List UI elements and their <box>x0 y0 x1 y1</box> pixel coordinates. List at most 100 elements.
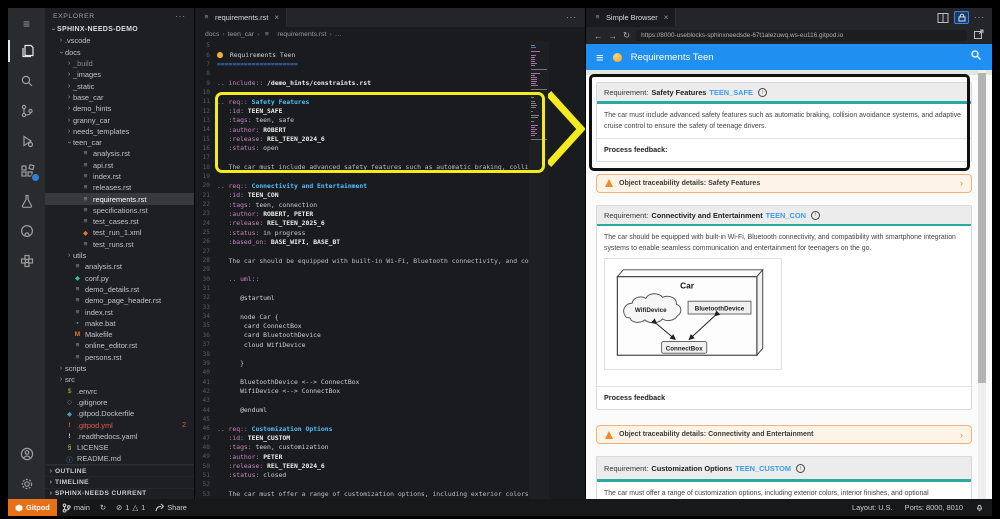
tree-file[interactable]: ≡ index.rst <box>45 171 194 182</box>
tree-folder[interactable]: › _build <box>45 58 194 69</box>
sync-icon[interactable]: ↻ <box>95 499 111 516</box>
requirement-id-link[interactable]: TEEN_SAFE <box>709 88 753 97</box>
account-icon[interactable] <box>8 439 45 469</box>
tree-file[interactable]: ≡ analysis.rst <box>45 148 194 159</box>
problems-indicator[interactable]: ⊘ 1 △ 1 <box>111 499 150 516</box>
tab-simple-browser[interactable]: ≡ Simple Browser × <box>586 8 677 27</box>
branch-indicator[interactable]: main <box>57 499 95 516</box>
tab-close-icon[interactable]: × <box>664 13 669 22</box>
notifications-bell-icon[interactable] <box>975 502 984 514</box>
tree-file[interactable]: $ .envrc <box>45 386 194 397</box>
browser-more-icon[interactable]: ··· <box>974 13 985 22</box>
code-line[interactable]: 18 The car must include advanced safety … <box>195 162 585 171</box>
tree-file[interactable]: § LICENSE <box>45 442 194 453</box>
code-line[interactable]: 9 .. include:: /demo_hints/constraints.rs… <box>195 78 585 87</box>
breadcrumb-file[interactable]: requirements.rst <box>277 31 326 38</box>
code-line[interactable]: 25 :status: in progress <box>195 228 585 237</box>
code-line[interactable]: 11 .. req:: Safety Features <box>195 97 585 106</box>
breadcrumb[interactable]: docs › teen_car › ≡ requirements.rst › … <box>195 27 585 41</box>
code-line[interactable]: 49 :author: PETER <box>195 452 585 461</box>
code-line[interactable]: 7 ===================== <box>195 60 585 69</box>
source-control-icon[interactable] <box>8 96 45 126</box>
requirement-id-link[interactable]: TEEN_CUSTOM <box>735 464 791 473</box>
testing-icon[interactable] <box>8 186 45 216</box>
code-line[interactable]: 28 The car should be equipped with built… <box>195 256 585 265</box>
ports-indicator[interactable]: Ports: 8000, 8010 <box>905 503 963 512</box>
scrollbar-thumb[interactable] <box>978 73 986 383</box>
code-line[interactable]: 51 :status: closed <box>195 471 585 480</box>
tab-requirements-rst[interactable]: ≡ requirements.rst × <box>195 8 288 27</box>
code-line[interactable]: 50 :release: REL_TEEN_2024_6 <box>195 461 585 470</box>
requirement-id-link[interactable]: TEEN_CON <box>766 211 806 220</box>
code-line[interactable]: 41 BluetoothDevice <--> ConnectBox <box>195 377 585 386</box>
code-editor[interactable]: 56 Requirements Teen 7 ===================… <box>195 41 585 499</box>
tree-folder[interactable]: › docs <box>45 47 194 58</box>
code-line[interactable]: 45 <box>195 415 585 424</box>
menu-icon[interactable]: ≡ <box>8 12 45 36</box>
extensions-icon[interactable] <box>8 156 45 186</box>
tree-folder[interactable]: › teen_car <box>45 137 194 148</box>
split-editor-icon[interactable] <box>937 12 949 24</box>
code-line[interactable]: 39 } <box>195 359 585 368</box>
forward-icon[interactable]: → <box>609 31 618 41</box>
tree-file[interactable]: ≡ index.rst <box>45 306 194 317</box>
tree-folder[interactable]: › _static <box>45 80 194 91</box>
tree-folder[interactable]: › .vscode <box>45 35 194 46</box>
tree-file[interactable]: ! .readthedocs.yaml <box>45 431 194 442</box>
breadcrumb-docs[interactable]: docs <box>205 31 219 38</box>
code-line[interactable]: 15 :release: REL_TEEN_2024_6 <box>195 134 585 143</box>
tree-file[interactable]: ≡ test_cases.rst <box>45 216 194 227</box>
tree-file[interactable]: ▪ make.bat <box>45 318 194 329</box>
tree-file[interactable]: ≡ demo_details.rst <box>45 284 194 295</box>
code-line[interactable]: 24 :release: REL_TEEN_2025_6 <box>195 219 585 228</box>
explorer-more-icon[interactable]: ··· <box>175 12 186 21</box>
tree-file[interactable]: ! .gitpod.yml 2 <box>45 419 194 430</box>
tree-folder[interactable]: › src <box>45 374 194 385</box>
code-line[interactable]: 52 <box>195 480 585 489</box>
tree-file[interactable]: ≡ analysis.rst <box>45 261 194 272</box>
tree-folder[interactable]: › granny_car <box>45 114 194 125</box>
code-line[interactable]: 20 .. req:: Connectivity and Entertainmen… <box>195 181 585 190</box>
section-timeline[interactable]: › TIMELINE <box>45 476 194 487</box>
code-line[interactable]: 27 <box>195 247 585 256</box>
browser-scrollbar[interactable] <box>978 70 986 499</box>
code-line[interactable]: 40 <box>195 368 585 377</box>
share-button[interactable]: Share <box>150 499 192 516</box>
tree-folder[interactable]: › scripts <box>45 363 194 374</box>
code-line[interactable]: 47 :id: TEEN_CUSTOM <box>195 433 585 442</box>
tree-file[interactable]: ⓘ README.md <box>45 453 194 463</box>
code-line[interactable]: 48 :tags: teen, customization <box>195 443 585 452</box>
code-line[interactable]: 19 <box>195 172 585 181</box>
code-line[interactable]: 29 <box>195 265 585 274</box>
tree-file[interactable]: ◇ .gitignore <box>45 397 194 408</box>
back-icon[interactable]: ← <box>594 31 603 41</box>
tree-file[interactable]: ≡ persons.rst <box>45 352 194 363</box>
code-line[interactable]: 44 @enduml <box>195 405 585 414</box>
gitpod-badge[interactable]: Gitpod <box>8 499 57 516</box>
tree-folder[interactable]: › needs_templates <box>45 126 194 137</box>
tree-folder[interactable]: › SPHINX-NEEDS-DEMO <box>45 24 194 35</box>
tab-close-icon[interactable]: × <box>274 13 279 22</box>
code-line[interactable]: 33 <box>195 303 585 312</box>
tree-file[interactable]: ≡ releases.rst <box>45 182 194 193</box>
code-line[interactable]: 30 .. uml:: <box>195 275 585 284</box>
code-line[interactable]: 38 <box>195 349 585 358</box>
tree-file[interactable]: ≡ demo_page_header.rst <box>45 295 194 306</box>
tree-folder[interactable]: › _images <box>45 69 194 80</box>
code-line[interactable]: 35 card ConnectBox <box>195 321 585 330</box>
layout-indicator[interactable]: Layout: U.S. <box>852 503 893 512</box>
code-line[interactable]: 6 Requirements Teen <box>195 50 585 59</box>
reload-icon[interactable]: ↻ <box>623 30 630 41</box>
tree-file[interactable]: M Makefile <box>45 329 194 340</box>
run-debug-icon[interactable] <box>8 126 45 156</box>
tree-folder[interactable]: › utils <box>45 250 194 261</box>
url-input[interactable]: https://8000-useblocks-sphinxneedsde-67t… <box>636 30 967 41</box>
gitpod-extra-icon[interactable] <box>8 246 45 276</box>
code-line[interactable]: 43 <box>195 396 585 405</box>
code-line[interactable]: 22 :tags: teen, connection <box>195 200 585 209</box>
open-external-icon[interactable] <box>973 27 984 45</box>
tree-folder[interactable]: › base_car <box>45 92 194 103</box>
traceability-warning-2[interactable]: Object traceability details: Connectivit… <box>596 425 972 444</box>
tree-file[interactable]: ◆ conf.py <box>45 273 194 284</box>
code-line[interactable]: 46 .. req:: Customization Options <box>195 424 585 433</box>
